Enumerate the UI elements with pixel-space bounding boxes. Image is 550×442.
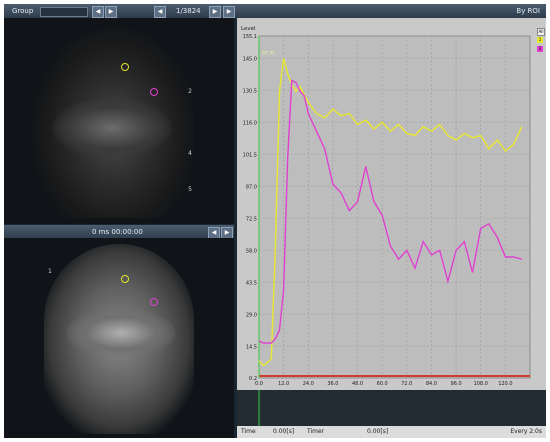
- roi-mode-label: By ROI: [516, 7, 540, 15]
- roi-2-marker[interactable]: [150, 88, 158, 96]
- frame-counter: 1/3824: [176, 7, 201, 15]
- y-tick-label: 43.5: [246, 280, 257, 286]
- depth-scale-label: 4: [188, 150, 192, 157]
- y-tick-label: 87.0: [246, 184, 257, 190]
- time-label: Time: [241, 428, 256, 435]
- time-intensity-curve-panel[interactable]: 0.2 14.5 29.0 43.5 58.0 72.5 87.0 101.5 116.0 130…: [237, 18, 546, 438]
- time-value: 0.00[s]: [273, 428, 295, 435]
- organ-region: [52, 98, 172, 158]
- marker-value-label: 97.35: [262, 50, 275, 56]
- y-tick-label: 29.0: [246, 312, 257, 318]
- time-readout: 0 ms 00:00:00: [92, 228, 143, 236]
- y-tick-label: 58.0: [246, 248, 257, 254]
- depth-scale-label: 5: [188, 186, 192, 193]
- timer-value: 0.00[s]: [367, 428, 389, 435]
- legend-series-2[interactable]: 2: [537, 46, 543, 52]
- timer-label: Timer: [307, 428, 325, 435]
- tic-chart: 0.214.529.043.558.072.587.0101.5116.0130…: [237, 26, 546, 426]
- last-frame-button[interactable]: ▶: [223, 6, 235, 18]
- x-tick-label: 84.0: [426, 381, 437, 387]
- depth-scale-label: 2: [188, 88, 192, 95]
- x-tick-label: 72.0: [401, 381, 412, 387]
- y-tick-label: 101.5: [243, 152, 257, 158]
- x-tick-label: 108.0: [474, 381, 488, 387]
- app-window: Group ◀ ▶ ◀ 1/3824 ▶ ▶ By ROI 2 4 5 0 ms…: [4, 4, 546, 438]
- legend-all[interactable]: All: [537, 28, 545, 36]
- roi-2-marker[interactable]: [150, 298, 158, 306]
- chart-footer: Time 0.00[s] Timer 0.00[s] Every 2.0s: [237, 426, 546, 438]
- organ-region: [66, 308, 176, 358]
- roi-1-marker[interactable]: [121, 275, 129, 283]
- y-tick-label: 116.0: [243, 120, 257, 126]
- x-tick-label: 36.0: [327, 381, 338, 387]
- prev-frame-button[interactable]: ◀: [154, 6, 166, 18]
- group-field[interactable]: [40, 7, 88, 17]
- x-tick-label: 12.0: [278, 381, 289, 387]
- bmode-ultrasound-view[interactable]: 1: [4, 238, 234, 438]
- next-frame-button[interactable]: ▶: [209, 6, 221, 18]
- depth-scale-label: 1: [48, 268, 52, 275]
- x-tick-label: 60.0: [377, 381, 388, 387]
- y-tick-label: 130.5: [243, 88, 257, 94]
- y-tick-label: 145.0: [243, 56, 257, 62]
- next-group-button[interactable]: ▶: [105, 6, 117, 18]
- x-tick-label: 0.0: [255, 381, 263, 387]
- group-label: Group: [12, 7, 34, 15]
- top-toolbar: Group ◀ ▶ ◀ 1/3824 ▶ ▶ By ROI: [4, 4, 546, 18]
- y-tick-label: 72.5: [246, 216, 257, 222]
- legend-series-1[interactable]: 1: [537, 37, 543, 43]
- timeline-strip[interactable]: [237, 390, 546, 426]
- interval-label: Every 2.0s: [510, 428, 542, 435]
- x-tick-label: 48.0: [352, 381, 363, 387]
- x-tick-label: 24.0: [303, 381, 314, 387]
- playback-bar: 0 ms 00:00:00 ◀ ▶: [4, 225, 234, 239]
- x-tick-label: 96.0: [451, 381, 462, 387]
- y-axis-label: Level: [241, 26, 256, 32]
- prev-group-button[interactable]: ◀: [92, 6, 104, 18]
- roi-1-marker[interactable]: [121, 63, 129, 71]
- y-tick-label: 14.5: [246, 344, 257, 350]
- contrast-ultrasound-view[interactable]: 2 4 5: [4, 18, 234, 224]
- y-tick-label: 155.1: [243, 34, 257, 40]
- x-tick-label: 120.0: [498, 381, 512, 387]
